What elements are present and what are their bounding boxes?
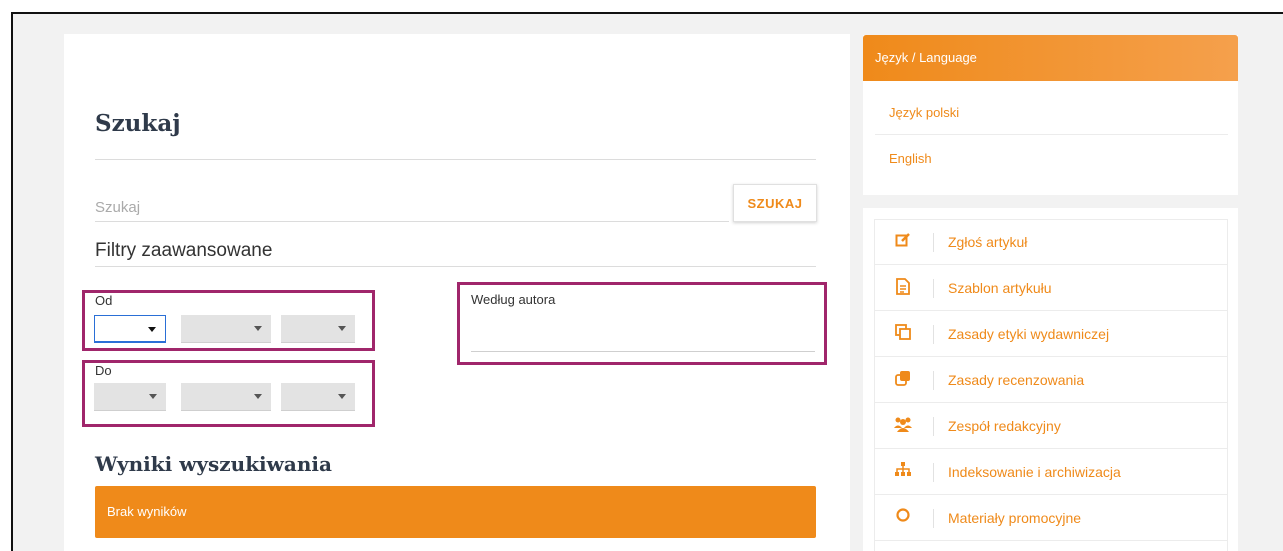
menu-separator [933,233,934,252]
sidebar-item-label: Zgłoś artykuł [948,234,1028,250]
circle-icon [893,508,913,528]
document-icon [893,278,913,298]
date-to-day-select[interactable] [94,383,166,411]
sidebar-item-indexing[interactable]: Indeksowanie i archiwizacja [875,450,1227,495]
menu-separator [933,463,934,482]
edit-icon [893,232,913,252]
sidebar-item-label: Indeksowanie i archiwizacja [948,464,1121,480]
date-from-day-select[interactable] [94,315,166,343]
copy-icon [893,324,913,344]
date-to-label: Do [95,363,112,378]
language-header: Język / Language [863,35,1238,81]
date-from-label: Od [95,293,113,308]
date-from-year-select[interactable] [281,315,355,343]
menu-separator [933,417,934,436]
sidebar-item-label: Szablon artykułu [948,280,1052,296]
sidebar-menu: Zgłoś artykuł Szablon artykułu Zasady et… [874,219,1228,551]
chevron-down-icon [338,326,346,331]
date-to-year-select[interactable] [281,383,355,411]
clone-icon [893,370,913,390]
advanced-filters-heading: Filtry zaawansowane [95,240,273,261]
search-input[interactable] [95,190,729,224]
sidebar-item-editorial-team[interactable]: Zespół redakcyjny [875,404,1227,449]
author-input[interactable] [471,322,815,352]
language-card: Język / Language Język polski English [863,35,1238,195]
sidebar-item-publication-ethics[interactable]: Zasady etyki wydawniczej [875,312,1227,357]
search-input-underline [95,221,729,222]
date-to-month-select[interactable] [181,383,271,411]
language-option-polish[interactable]: Język polski [889,105,959,120]
language-divider [875,134,1228,135]
sidebar-item-review-rules[interactable]: Zasady recenzowania [875,358,1227,403]
date-from-month-select[interactable] [181,315,271,343]
chevron-down-icon [254,326,262,331]
search-button[interactable]: SZUKAJ [733,184,817,222]
sidebar-menu-card: Zgłoś artykuł Szablon artykułu Zasady et… [863,208,1238,551]
sidebar-item-promotional-materials[interactable]: Materiały promocyjne [875,496,1227,541]
sidebar-item-article-template[interactable]: Szablon artykułu [875,266,1227,311]
sidebar-item-submit-article[interactable]: Zgłoś artykuł [875,220,1227,265]
sitemap-icon [893,462,913,482]
menu-separator [933,279,934,298]
language-option-english[interactable]: English [889,151,932,166]
title-divider [95,159,816,160]
chevron-down-icon [148,327,156,332]
chevron-down-icon [338,394,346,399]
sidebar-item-label: Materiały promocyjne [948,510,1082,526]
author-label: Według autora [471,292,556,307]
menu-separator [933,371,934,390]
chevron-down-icon [254,394,262,399]
users-icon [893,416,913,436]
sidebar-item-label: Zasady recenzowania [948,372,1085,388]
sidebar-item-label: Zasady etyki wydawniczej [948,326,1110,342]
menu-separator [933,325,934,344]
chevron-down-icon [149,394,157,399]
menu-separator [933,509,934,528]
sidebar-item-label: Zespół redakcyjny [948,418,1061,434]
filters-divider [95,266,816,267]
page-title: Szukaj [95,110,181,137]
